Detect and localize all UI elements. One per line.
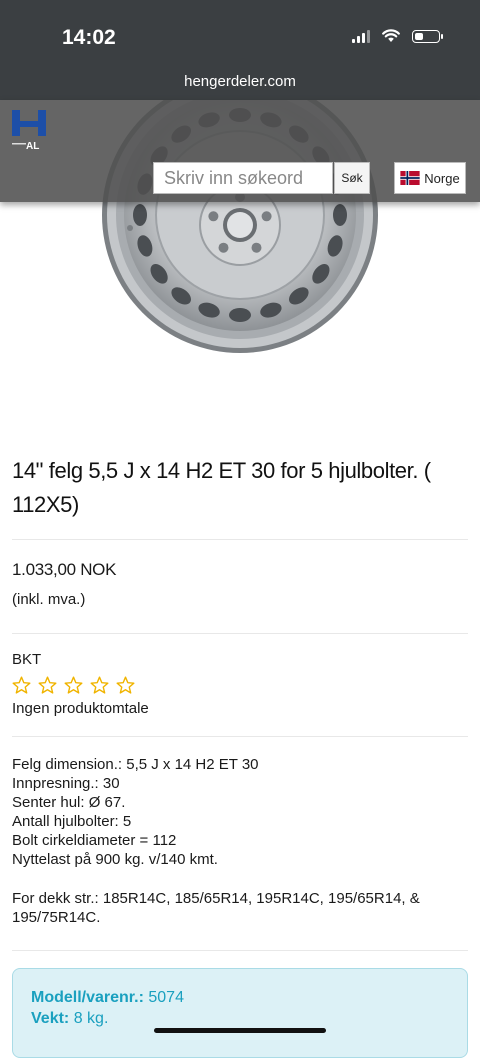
company-logo[interactable]: AL — [12, 110, 48, 154]
wifi-icon — [382, 29, 400, 42]
tire-sizes: For dekk str.: 185R14C, 185/65R14, 195R1… — [12, 890, 420, 926]
star-icon — [12, 676, 31, 694]
review-text[interactable]: Ingen produktomtale — [12, 700, 149, 717]
product-brand[interactable]: BKT — [12, 651, 41, 668]
star-icon — [90, 676, 109, 694]
model-number: 5074 — [148, 989, 184, 1006]
status-bar: 14:02 — [0, 0, 480, 68]
star-icon — [64, 676, 83, 694]
model-label: Modell/varenr.: — [31, 989, 144, 1006]
search-button[interactable]: Søk — [334, 162, 370, 194]
browser-url-bar[interactable]: hengerdeler.com — [0, 68, 480, 100]
product-title: 14" felg 5,5 J x 14 H2 ET 30 for 5 hjulb… — [12, 458, 431, 517]
site-header: AL Søk Norge — [0, 100, 480, 202]
vat-note: (inkl. mva.) — [12, 591, 86, 608]
divider — [12, 736, 468, 737]
divider — [12, 539, 468, 540]
norway-flag-icon — [400, 171, 420, 185]
svg-text:AL: AL — [26, 141, 39, 152]
search-input[interactable] — [153, 162, 333, 194]
cellular-signal-icon — [352, 29, 370, 43]
divider — [12, 633, 468, 634]
spec-line: Innpresning.: 30 — [12, 775, 120, 792]
star-icon — [38, 676, 57, 694]
product-info-box: Modell/varenr.: 5074 Vekt: 8 kg. — [12, 968, 468, 1058]
battery-icon — [412, 29, 443, 43]
language-label: Norge — [424, 170, 460, 186]
home-indicator[interactable] — [154, 1028, 326, 1033]
language-selector[interactable]: Norge — [394, 162, 466, 194]
spec-line: Bolt cirkeldiameter = 112 — [12, 832, 177, 849]
weight-label: Vekt: — [31, 1010, 70, 1027]
product-specs: Felg dimension.: 5,5 J x 14 H2 ET 30 Inn… — [12, 755, 468, 869]
status-icons — [352, 29, 443, 43]
star-icon — [116, 676, 135, 694]
divider — [12, 950, 468, 951]
product-price: 1.033,00 NOK — [12, 560, 117, 579]
spec-line: Senter hul: Ø 67. — [12, 794, 126, 811]
rating-stars[interactable] — [12, 676, 135, 694]
spec-line: Antall hjulbolter: 5 — [12, 813, 132, 830]
spec-line: Felg dimension.: 5,5 J x 14 H2 ET 30 — [12, 756, 259, 773]
weight-value: 8 kg. — [73, 1010, 109, 1027]
status-time: 14:02 — [62, 26, 116, 49]
spec-line: Nyttelast på 900 kg. v/140 kmt. — [12, 851, 218, 868]
url-text: hengerdeler.com — [184, 73, 296, 90]
